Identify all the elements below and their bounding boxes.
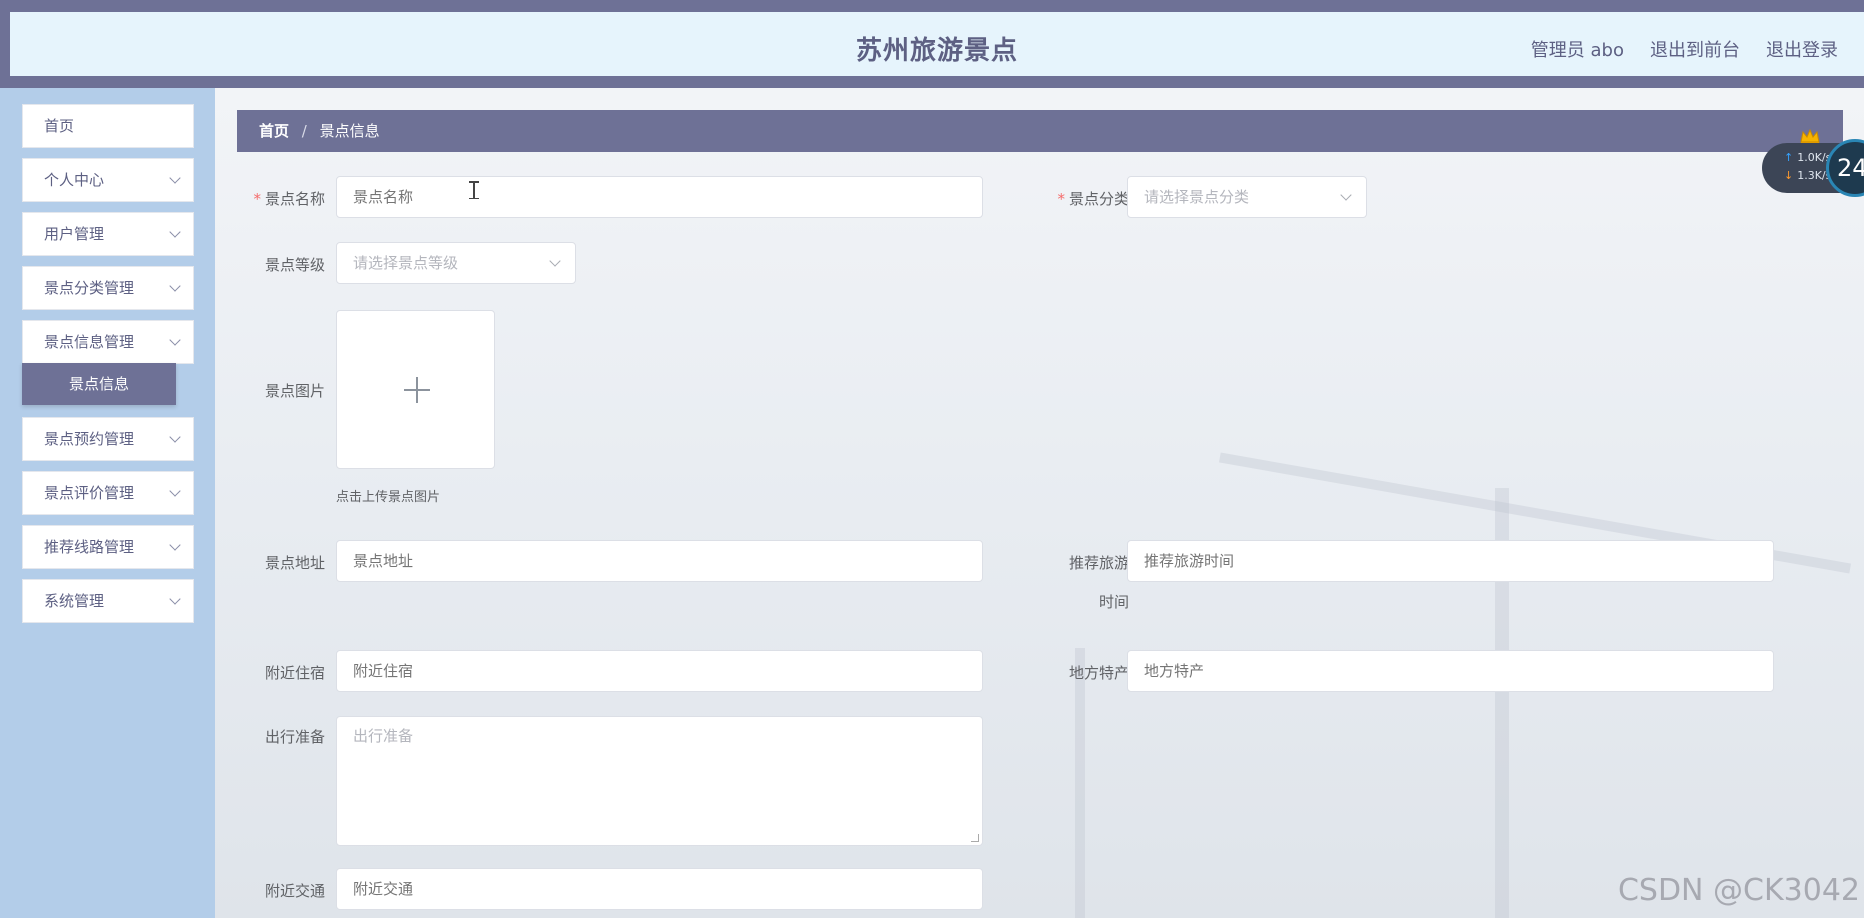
sidebar-item-user-management[interactable]: 用户管理 <box>22 212 194 256</box>
breadcrumb: 首页 / 景点信息 <box>237 110 1843 152</box>
header-inner: 苏州旅游景点 管理员 abo 退出到前台 退出登录 <box>10 12 1864 76</box>
sidebar-item-category-management[interactable]: 景点分类管理 <box>22 266 194 310</box>
sidebar-item-label: 景点信息管理 <box>44 333 135 351</box>
sidebar-item-home[interactable]: 首页 <box>22 104 194 148</box>
main-content: 首页 / 景点信息 *景点名称 *景点分类 请选择景点分类 景点等级 请选择景点… <box>215 88 1864 918</box>
sidebar: 首页 个人中心 用户管理 景点分类管理 景点信息管理 景点信息 景点预约管理 景… <box>0 88 215 918</box>
local-specialty-label: 地方特产 <box>1068 664 1129 682</box>
image-upload-button[interactable] <box>336 310 495 469</box>
textarea-placeholder: 出行准备 <box>353 727 414 745</box>
watermark: CSDN @CK3042 <box>1617 873 1860 908</box>
chevron-down-icon <box>169 226 181 238</box>
chevron-down-icon <box>549 255 561 267</box>
recommend-time-label: 推荐旅游 时间 <box>1037 552 1129 612</box>
breadcrumb-current: 景点信息 <box>319 122 380 140</box>
attraction-address-input[interactable] <box>336 540 983 582</box>
label-text: 景点分类 <box>1068 190 1129 208</box>
chevron-down-icon <box>169 172 181 184</box>
local-specialty-input[interactable] <box>1127 650 1774 692</box>
background-decoration <box>1075 648 1085 918</box>
current-user-label: 管理员 abo <box>1530 40 1624 61</box>
attraction-category-label: * 景点分类 <box>1037 188 1129 209</box>
header-links: 管理员 abo 退出到前台 退出登录 <box>1531 36 1838 62</box>
travel-preparation-textarea[interactable]: 出行准备 <box>336 716 983 846</box>
chevron-down-icon <box>169 431 181 443</box>
label-text: 时间 <box>1098 593 1129 611</box>
sidebar-item-label: 首页 <box>44 117 75 135</box>
select-placeholder: 请选择景点等级 <box>353 254 459 272</box>
attraction-name-input[interactable] <box>336 176 983 218</box>
sidebar-item-label: 景点分类管理 <box>44 279 135 297</box>
resize-handle-icon[interactable] <box>971 834 979 842</box>
nearby-transport-label: 附近交通 <box>264 882 325 900</box>
chevron-down-icon <box>169 593 181 605</box>
sidebar-item-review-management[interactable]: 景点评价管理 <box>22 471 194 515</box>
nearby-lodging-label: 附近住宿 <box>264 664 325 682</box>
attraction-address-label: 景点地址 <box>264 554 325 572</box>
sidebar-item-booking-management[interactable]: 景点预约管理 <box>22 417 194 461</box>
breadcrumb-home[interactable]: 首页 <box>259 122 289 140</box>
sidebar-item-label: 景点预约管理 <box>44 430 135 448</box>
chevron-down-icon <box>169 485 181 497</box>
attraction-level-label: 景点等级 <box>264 256 325 274</box>
required-mark: * <box>253 190 261 208</box>
attraction-category-select[interactable]: 请选择景点分类 <box>1127 176 1367 218</box>
sidebar-subitem-attraction-info[interactable]: 景点信息 <box>22 363 176 405</box>
chevron-down-icon <box>169 280 181 292</box>
chevron-down-icon <box>169 334 181 346</box>
exit-to-frontend-link[interactable]: 退出到前台 <box>1650 36 1740 62</box>
sidebar-item-label: 用户管理 <box>44 225 105 243</box>
chevron-down-icon <box>1340 189 1352 201</box>
attraction-level-select[interactable]: 请选择景点等级 <box>336 242 576 284</box>
upload-arrow-icon: ↑ <box>1784 151 1794 164</box>
network-speed-widget[interactable]: ↑ 1.0K/s ↓ 1.3K/s 24 <box>1762 139 1864 197</box>
required-mark: * <box>1057 190 1065 208</box>
breadcrumb-separator: / <box>301 122 307 140</box>
chevron-down-icon <box>169 539 181 551</box>
download-arrow-icon: ↓ <box>1784 169 1794 182</box>
label-text: 景点名称 <box>264 190 325 208</box>
nearby-lodging-input[interactable] <box>336 650 983 692</box>
sidebar-item-label: 景点评价管理 <box>44 484 135 502</box>
sidebar-item-label: 个人中心 <box>44 171 105 189</box>
travel-preparation-label: 出行准备 <box>264 728 325 746</box>
sidebar-item-attraction-info-management[interactable]: 景点信息管理 <box>22 320 194 364</box>
select-placeholder: 请选择景点分类 <box>1144 188 1250 206</box>
plus-icon <box>416 377 418 403</box>
label-text: 推荐旅游 <box>1068 554 1129 572</box>
nearby-transport-input[interactable] <box>336 868 983 910</box>
sidebar-item-label: 推荐线路管理 <box>44 538 135 556</box>
attraction-name-label: * 景点名称 <box>241 188 325 209</box>
recommend-time-input[interactable] <box>1127 540 1774 582</box>
network-badge: 24 <box>1826 139 1864 197</box>
sidebar-item-system-management[interactable]: 系统管理 <box>22 579 194 623</box>
sidebar-item-label: 系统管理 <box>44 592 105 610</box>
sidebar-item-personal-center[interactable]: 个人中心 <box>22 158 194 202</box>
attraction-image-label: 景点图片 <box>264 382 325 400</box>
logout-link[interactable]: 退出登录 <box>1766 36 1838 62</box>
upload-tip: 点击上传景点图片 <box>336 490 441 505</box>
sidebar-item-route-management[interactable]: 推荐线路管理 <box>22 525 194 569</box>
text-cursor-icon <box>469 181 479 199</box>
app-header: 苏州旅游景点 管理员 abo 退出到前台 退出登录 <box>0 8 1864 88</box>
